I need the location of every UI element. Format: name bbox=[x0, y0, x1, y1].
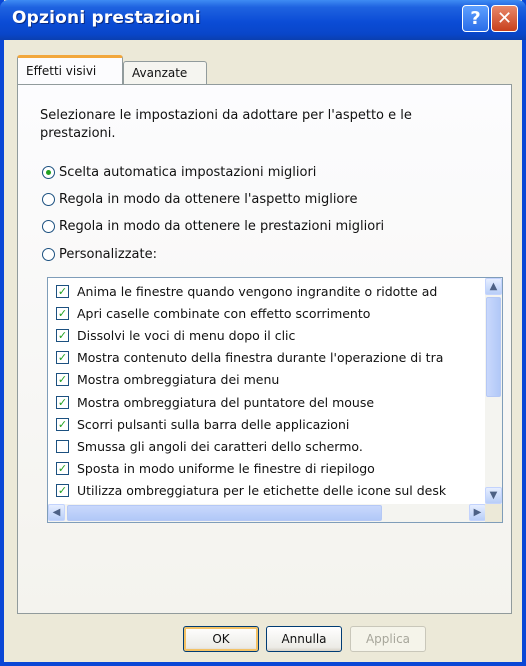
scroll-right-icon[interactable]: ▶ bbox=[469, 504, 486, 521]
effect-label: Dissolvi le voci di menu dopo il clic bbox=[77, 327, 296, 343]
vertical-scrollbar[interactable]: ▲ ▼ bbox=[485, 278, 502, 504]
radio-best-appearance[interactable]: Regola in modo da ottenere l'aspetto mig… bbox=[42, 192, 357, 207]
effect-label: Apri caselle combinate con effetto scorr… bbox=[77, 305, 371, 321]
radio-best-performance[interactable]: Regola in modo da ottenere le prestazion… bbox=[42, 219, 384, 234]
effect-label: Scorri pulsanti sulla barra delle applic… bbox=[77, 416, 350, 432]
effect-item[interactable]: Smussa gli angoli dei caratteri dello sc… bbox=[48, 435, 484, 457]
title-bar[interactable]: Opzioni prestazioni ? ✕ bbox=[0, 0, 526, 40]
effect-item[interactable]: ✓ Apri caselle combinate con effetto scor… bbox=[48, 302, 484, 324]
radio-label: Scelta automatica impostazioni migliori bbox=[59, 165, 317, 180]
help-button[interactable]: ? bbox=[462, 5, 489, 32]
checkbox-checked-icon[interactable]: ✓ bbox=[56, 373, 69, 387]
window-title: Opzioni prestazioni bbox=[12, 8, 201, 28]
effect-label: Smussa gli angoli dei caratteri dello sc… bbox=[77, 438, 363, 454]
horizontal-scroll-thumb[interactable] bbox=[67, 505, 382, 521]
checkbox-checked-icon[interactable]: ✓ bbox=[56, 284, 69, 298]
effect-label: Mostra ombreggiatura del puntatore del m… bbox=[77, 394, 375, 410]
radio-icon bbox=[42, 220, 55, 233]
checkbox-checked-icon[interactable]: ✓ bbox=[56, 306, 69, 320]
tab-panel: Selezionare le impostazioni da adottare … bbox=[17, 84, 512, 614]
radio-selected-icon bbox=[42, 166, 55, 179]
apply-button[interactable]: Applica bbox=[350, 626, 426, 652]
radio-custom[interactable]: Personalizzate: bbox=[42, 247, 157, 262]
effect-item[interactable]: ✓ Mostra contenuto della finestra durante… bbox=[48, 347, 484, 369]
vertical-scroll-thumb[interactable] bbox=[486, 297, 501, 397]
checkbox-checked-icon[interactable]: ✓ bbox=[56, 351, 69, 365]
effect-label: Mostra ombreggiatura dei menu bbox=[77, 372, 280, 388]
scrollbar-corner bbox=[485, 504, 502, 522]
effect-label: Mostra contenuto della finestra durante … bbox=[77, 350, 444, 366]
radio-icon bbox=[42, 193, 55, 206]
effect-item[interactable]: ✓ Anima le finestre quando vengono ingran… bbox=[48, 280, 484, 302]
tab-effetti-visivi[interactable]: Effetti visivi bbox=[17, 55, 123, 84]
close-button[interactable]: ✕ bbox=[491, 5, 518, 32]
effect-label: Anima le finestre quando vengono ingrand… bbox=[77, 283, 438, 299]
effect-item[interactable]: ✓ Sposta in modo uniforme le finestre di … bbox=[48, 458, 484, 480]
radio-icon bbox=[42, 248, 55, 261]
effect-item[interactable]: ✓ Scorri pulsanti sulla barra delle appli… bbox=[48, 413, 484, 435]
dialog-window: Opzioni prestazioni ? ✕ Effetti visivi A… bbox=[0, 0, 526, 666]
radio-auto[interactable]: Scelta automatica impostazioni migliori bbox=[42, 165, 316, 180]
radio-label: Personalizzate: bbox=[59, 247, 157, 262]
scroll-left-icon[interactable]: ◀ bbox=[48, 504, 65, 521]
checkbox-checked-icon[interactable]: ✓ bbox=[56, 417, 69, 431]
horizontal-scrollbar[interactable]: ◀ ▶ bbox=[48, 504, 486, 522]
effect-item[interactable]: ✓ Utilizza ombreggiatura per le etichette… bbox=[48, 480, 484, 502]
radio-label: Regola in modo da ottenere le prestazion… bbox=[59, 219, 385, 234]
effect-item[interactable]: ✓ Mostra ombreggiatura dei menu bbox=[48, 369, 484, 391]
effect-label: Sposta in modo uniforme le finestre di r… bbox=[77, 461, 375, 477]
radio-label: Regola in modo da ottenere l'aspetto mig… bbox=[59, 192, 358, 207]
checkbox-checked-icon[interactable]: ✓ bbox=[56, 462, 69, 476]
checkbox-icon[interactable] bbox=[56, 439, 69, 453]
effect-item[interactable]: ✓ Mostra ombreggiatura del puntatore del … bbox=[48, 391, 484, 413]
checkbox-checked-icon[interactable]: ✓ bbox=[56, 395, 69, 409]
effects-list[interactable]: ✓ Anima le finestre quando vengono ingran… bbox=[47, 277, 503, 523]
help-icon: ? bbox=[470, 8, 481, 29]
close-icon: ✕ bbox=[496, 8, 513, 29]
ok-button[interactable]: OK bbox=[183, 626, 259, 652]
scroll-up-icon[interactable]: ▲ bbox=[485, 278, 502, 295]
checkbox-checked-icon[interactable]: ✓ bbox=[56, 484, 69, 498]
scroll-down-icon[interactable]: ▼ bbox=[485, 487, 502, 504]
checkbox-checked-icon[interactable]: ✓ bbox=[56, 328, 69, 342]
description-text: Selezionare le impostazioni da adottare … bbox=[40, 108, 412, 141]
cancel-button[interactable]: Annulla bbox=[266, 626, 342, 652]
tab-avanzate[interactable]: Avanzate bbox=[123, 61, 207, 84]
effect-item[interactable]: ✓ Dissolvi le voci di menu dopo il clic bbox=[48, 324, 484, 346]
effect-label: Utilizza ombreggiatura per le etichette … bbox=[77, 483, 447, 499]
effects-rows: ✓ Anima le finestre quando vengono ingran… bbox=[48, 280, 484, 504]
